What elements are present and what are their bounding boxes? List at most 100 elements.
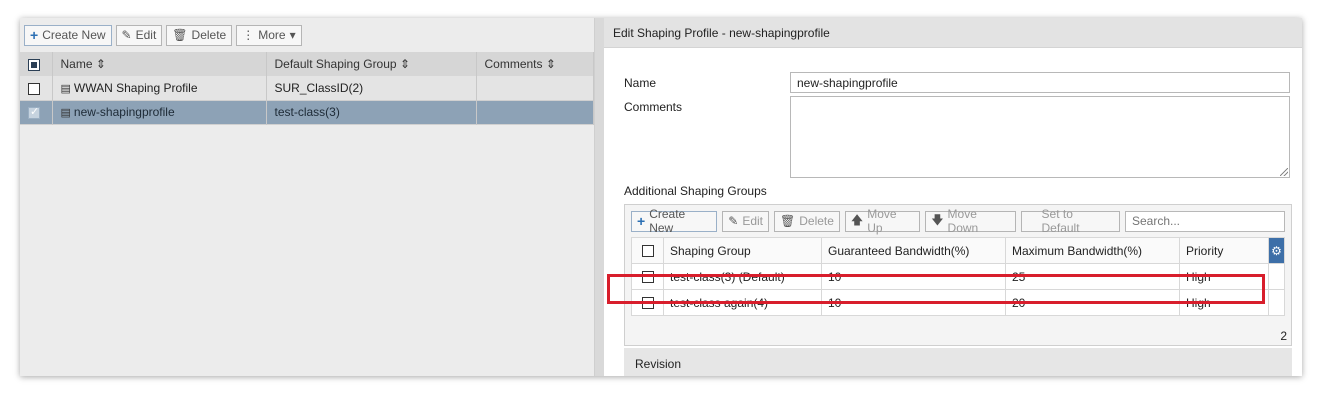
gear-icon: ⚙ — [1271, 243, 1282, 258]
row-name: new-shapingprofile — [73, 105, 175, 119]
shaping-groups-box: + Create New ✎ Edit 🗑 Delete 🡅 Move Up 🡇 — [624, 204, 1292, 346]
edit-button[interactable]: ✎ Edit — [115, 24, 163, 46]
row-checkbox[interactable] — [641, 271, 654, 284]
revision-section[interactable]: Revision — [624, 348, 1292, 376]
create-new-label: Create New — [42, 28, 106, 42]
row-select-cell[interactable] — [20, 76, 53, 100]
sort-icon: ⇕ — [95, 57, 106, 71]
col-header-default-group[interactable]: Default Shaping Group ⇕ — [266, 52, 477, 76]
additional-groups-label: Additional Shaping Groups — [624, 184, 767, 198]
group-create-new-button[interactable]: + Create New — [631, 207, 718, 235]
panel-title: Edit Shaping Profile - new-shapingprofil… — [604, 18, 1302, 48]
row-checkbox[interactable] — [28, 82, 40, 95]
column-settings-button[interactable]: ⚙ — [1268, 237, 1285, 264]
edit-icon: ✎ — [728, 214, 739, 228]
edit-icon: ✎ — [121, 28, 132, 42]
edit-panel: Edit Shaping Profile - new-shapingprofil… — [604, 18, 1302, 376]
row-spacer-cell — [1268, 289, 1285, 316]
row-name-cell: ▤ WWAN Shaping Profile — [52, 76, 267, 100]
name-input[interactable] — [790, 72, 1290, 93]
row-guaranteed-cell: 10 — [821, 289, 1006, 316]
row-guaranteed-cell: 10 — [821, 263, 1006, 290]
col-comments-label: Comments — [484, 57, 543, 71]
shaping-groups-table: Shaping Group Guaranteed Bandwidth(%) Ma… — [631, 237, 1285, 316]
list-icon: ▤ — [60, 82, 71, 95]
name-label: Name — [624, 76, 657, 90]
row-select-cell[interactable] — [631, 263, 664, 290]
group-edit-button[interactable]: ✎ Edit — [722, 210, 769, 232]
plus-icon: + — [30, 27, 39, 43]
delete-label: Delete — [191, 28, 227, 42]
group-delete-label: Delete — [799, 214, 834, 228]
row-group-cell: test-class again(4) — [663, 289, 822, 316]
arrow-up-icon: 🡅 — [850, 212, 864, 227]
groups-toolbar: + Create New ✎ Edit 🗑 Delete 🡅 Move Up 🡇 — [625, 205, 1291, 237]
group-edit-label: Edit — [742, 214, 763, 228]
plus-icon: + — [637, 213, 646, 229]
trash-icon: 🗑 — [172, 28, 188, 42]
table-row[interactable]: ▤ WWAN Shaping Profile SUR_ClassID(2) — [20, 76, 594, 100]
set-default-button[interactable]: Set to Default — [1020, 207, 1120, 235]
group-search-input[interactable] — [1124, 210, 1285, 232]
row-maximum-cell: 20 — [1005, 289, 1180, 316]
list-icon: ▤ — [60, 107, 71, 119]
profile-table: Name ⇕ Default Shaping Group ⇕ Comments … — [20, 52, 594, 125]
profile-list-pane: + Create New ✎ Edit 🗑 Delete ⋮ More ▾ Na… — [20, 18, 594, 376]
resize-grip-icon[interactable] — [1280, 168, 1288, 176]
trash-icon: 🗑 — [780, 214, 796, 228]
arrow-down-icon: 🡇 — [931, 212, 944, 227]
group-create-new-label: Create New — [649, 207, 686, 235]
move-down-button[interactable]: 🡇 Move Down — [925, 207, 1016, 235]
sort-icon: ⇕ — [399, 57, 410, 71]
row-comments-cell — [476, 76, 594, 100]
row-select-cell[interactable] — [631, 289, 664, 316]
row-group-cell: SUR_ClassID(2) — [266, 76, 477, 100]
table-header-row: Name ⇕ Default Shaping Group ⇕ Comments … — [20, 52, 594, 76]
groups-header-row: Shaping Group Guaranteed Bandwidth(%) Ma… — [631, 237, 1285, 264]
row-maximum-cell: 25 — [1005, 263, 1180, 290]
kebab-icon: ⋮ — [242, 28, 255, 42]
col-group-label: Default Shaping Group — [274, 57, 397, 71]
col-header-name[interactable]: Name ⇕ — [52, 52, 267, 76]
edit-label: Edit — [135, 28, 157, 42]
col-header-priority[interactable]: Priority — [1179, 237, 1269, 264]
table-row[interactable]: test-class again(4) 10 20 High — [631, 289, 1285, 316]
sort-icon: ⇕ — [545, 57, 556, 71]
col-header-maximum[interactable]: Maximum Bandwidth(%) — [1005, 237, 1180, 264]
col-header-comments[interactable]: Comments ⇕ — [476, 52, 594, 76]
col-name-label: Name — [60, 57, 93, 71]
app-window: + Create New ✎ Edit 🗑 Delete ⋮ More ▾ Na… — [20, 18, 1302, 376]
select-all-cell[interactable] — [20, 52, 53, 76]
list-toolbar: + Create New ✎ Edit 🗑 Delete ⋮ More ▾ — [20, 18, 594, 52]
create-new-button[interactable]: + Create New — [24, 24, 112, 46]
row-group-cell: test-class(3) — [266, 100, 477, 124]
row-group-cell: test-class(3) (Default) — [663, 263, 822, 290]
move-up-label: Move Up — [867, 207, 897, 235]
groups-select-all-cell[interactable] — [631, 237, 664, 264]
comments-textarea[interactable] — [790, 96, 1290, 178]
groups-select-all-checkbox[interactable] — [641, 245, 654, 258]
table-row[interactable]: test-class(3) (Default) 10 25 High — [631, 263, 1285, 290]
set-default-label: Set to Default — [1041, 207, 1080, 235]
comments-label: Comments — [624, 100, 683, 114]
row-count: 2 — [1280, 329, 1287, 343]
row-select-cell[interactable] — [20, 100, 53, 124]
row-priority-cell: High — [1179, 289, 1269, 316]
row-name: WWAN Shaping Profile — [73, 80, 198, 95]
col-header-shaping-group[interactable]: Shaping Group — [663, 237, 822, 264]
row-spacer-cell — [1268, 263, 1285, 290]
move-down-label: Move Down — [947, 207, 979, 235]
move-up-button[interactable]: 🡅 Move Up — [844, 207, 921, 235]
more-label: More — [258, 28, 286, 42]
group-delete-button[interactable]: 🗑 Delete — [774, 210, 840, 232]
delete-button[interactable]: 🗑 Delete — [166, 24, 233, 46]
row-checkbox-checked[interactable] — [28, 105, 40, 119]
row-priority-cell: High — [1179, 263, 1269, 290]
more-button[interactable]: ⋮ More ▾ — [236, 24, 302, 46]
pane-splitter[interactable] — [594, 18, 604, 376]
select-all-checkbox[interactable] — [28, 58, 40, 71]
col-header-guaranteed[interactable]: Guaranteed Bandwidth(%) — [821, 237, 1006, 264]
row-name-cell: ▤ new-shapingprofile — [52, 100, 267, 124]
table-row-selected[interactable]: ▤new-shapingprofile test-class(3) — [20, 100, 594, 124]
row-checkbox[interactable] — [641, 297, 654, 310]
